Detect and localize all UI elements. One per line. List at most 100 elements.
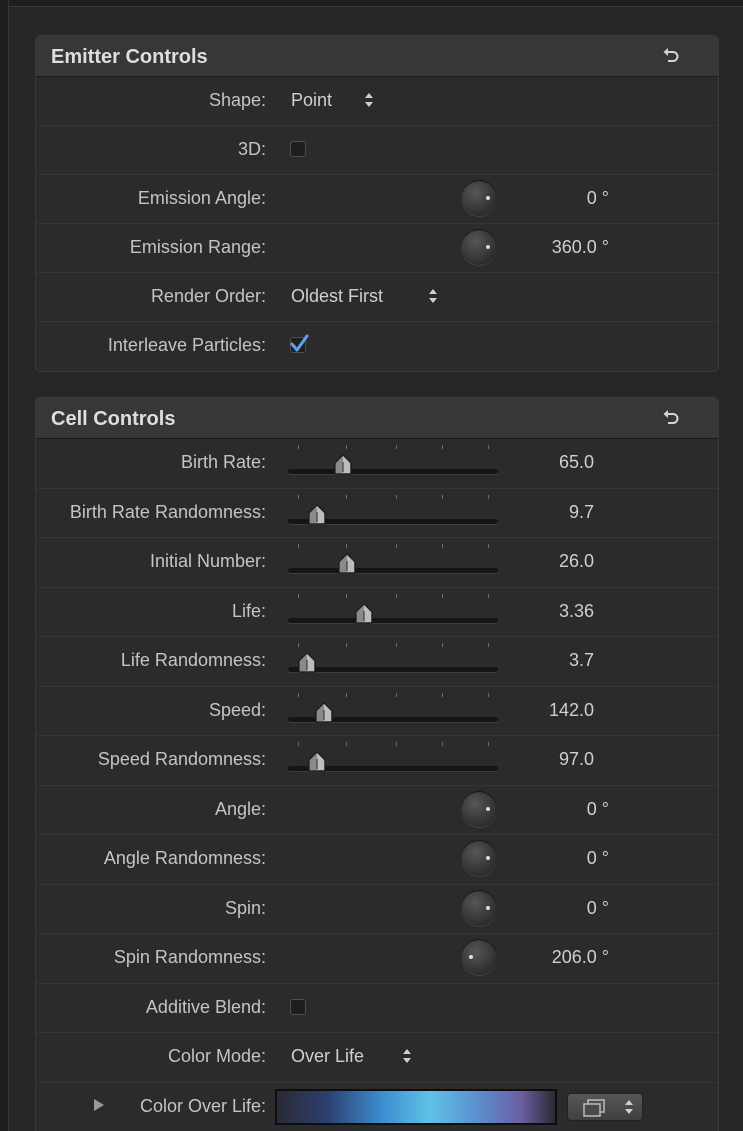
interleave-particles-row: Interleave Particles: [36,321,718,370]
slider-value[interactable]: 97.0 [559,749,594,770]
disclosure-triangle-icon[interactable] [93,1098,105,1112]
dial-indicator [469,955,473,959]
emitter-controls-header[interactable]: Emitter Controls [36,36,718,77]
angle-dial[interactable] [461,790,497,827]
slider-tick [488,742,489,746]
slider-row: Birth Rate: 65.0 [36,439,718,488]
slider-row: Life Randomness: 3.7 [36,636,718,686]
slider-tick [442,494,443,499]
slider-label: Life Randomness: [120,650,266,670]
slider-value[interactable]: 26.0 [559,551,594,572]
slider-track[interactable] [288,667,498,672]
3d-row: 3D: [36,125,718,174]
gradient-preset-button[interactable] [567,1092,643,1121]
slider-tick [346,445,347,449]
slider-tick [396,742,397,746]
3d-label: 3D: [237,139,266,159]
cell-slider-rows: Birth Rate: 65.0 Birth Rate Randomness: 9.7… [36,439,718,785]
reset-arrow-icon[interactable] [662,409,680,427]
slider-tick [298,643,299,647]
angle-randomness-dial[interactable] [461,840,497,876]
slider-tick [298,692,299,697]
spin-row: Spin: 0 ° [36,883,718,934]
angle-value[interactable]: 0 ° [587,799,609,820]
angle-row: Angle: 0 ° [36,784,718,835]
color-gradient-editor[interactable] [275,1088,557,1125]
slider-track[interactable] [288,617,498,623]
slider-row: Initial Number: 26.0 [36,537,718,587]
render-order-label: Render Order: [150,286,266,306]
slider-tick [346,593,347,598]
slider-label: Life: [231,600,266,621]
slider-tick [298,742,299,746]
slider-tick [346,643,347,647]
spin-randomness-dial[interactable] [461,939,497,975]
render-order-popup[interactable]: Oldest First [291,286,383,307]
angle-randomness-value[interactable]: 0 ° [587,848,609,869]
slider-tick [396,692,397,697]
slider-value[interactable]: 9.7 [569,502,594,523]
emitter-controls-title: Emitter Controls [51,46,208,68]
gradient-preset-icon [583,1098,605,1117]
slider-tick [442,692,443,697]
slider-track[interactable] [288,568,498,573]
spin-randomness-row: Spin Randomness: 206.0 ° [36,933,718,983]
slider-label: Birth Rate: [180,452,266,472]
dial-indicator [486,196,490,200]
slider-thumb[interactable] [306,751,328,773]
color-mode-popup[interactable]: Over Life [291,1046,364,1067]
slider-tick [488,445,489,449]
slider-thumb[interactable] [332,454,354,476]
slider-track[interactable] [288,469,498,474]
slider-tick [396,643,397,647]
spin-dial[interactable] [461,889,497,926]
dial-indicator [486,905,490,910]
up-down-arrows-icon[interactable] [427,287,439,305]
additive-blend-row: Additive Blend: [36,982,718,1033]
slider-value[interactable]: 3.7 [569,650,594,671]
shape-popup[interactable]: Point [291,90,332,111]
slider-row: Life: 3.36 [36,586,718,637]
slider-value[interactable]: 3.36 [559,601,594,622]
slider-thumb[interactable] [336,553,358,575]
slider-value[interactable]: 142.0 [549,700,594,721]
slider-thumb[interactable] [296,652,318,674]
reset-arrow-icon[interactable] [662,47,680,65]
up-down-arrows-icon[interactable] [363,91,375,109]
spin-value[interactable]: 0 ° [587,898,609,919]
dial-indicator [486,806,490,811]
spin-label: Spin: [224,897,266,918]
slider-tick [488,593,489,598]
emission-range-dial[interactable] [461,229,497,265]
emission-angle-dial[interactable] [461,180,497,216]
emission-angle-value[interactable]: 0 ° [587,188,609,209]
3d-checkbox[interactable] [290,141,306,157]
cell-controls-header[interactable]: Cell Controls [36,398,718,439]
slider-thumb[interactable] [306,503,328,526]
emission-angle-row: Emission Angle: 0 ° [36,174,718,223]
up-down-arrows-icon[interactable] [401,1047,413,1065]
slider-tick [488,494,489,499]
slider-tick [488,692,489,697]
shape-row: Shape: Point [36,77,718,125]
color-mode-label: Color Mode: [167,1046,266,1066]
color-mode-row: Color Mode: Over Life [36,1032,718,1082]
window-left-edge [0,0,9,1131]
slider-tick [442,544,443,548]
slider-tick [442,593,443,598]
slider-tick [442,643,443,647]
slider-tick [396,494,397,499]
color-over-life-row: Color Over Life: [36,1081,718,1131]
emitter-controls-section: Emitter Controls Shape: Point 3D: Emissi… [35,35,719,372]
additive-blend-checkbox[interactable] [290,998,306,1015]
slider-label: Speed Randomness: [97,749,266,769]
spin-randomness-label: Spin Randomness: [113,947,266,967]
slider-thumb[interactable] [353,602,375,625]
window-top-edge [0,0,743,7]
slider-row: Birth Rate Randomness: 9.7 [36,487,718,538]
slider-thumb[interactable] [313,701,335,724]
spin-randomness-value[interactable]: 206.0 ° [552,947,609,968]
slider-value[interactable]: 65.0 [559,452,594,473]
emission-range-value[interactable]: 360.0 ° [552,237,609,258]
slider-label: Initial Number: [149,551,266,571]
